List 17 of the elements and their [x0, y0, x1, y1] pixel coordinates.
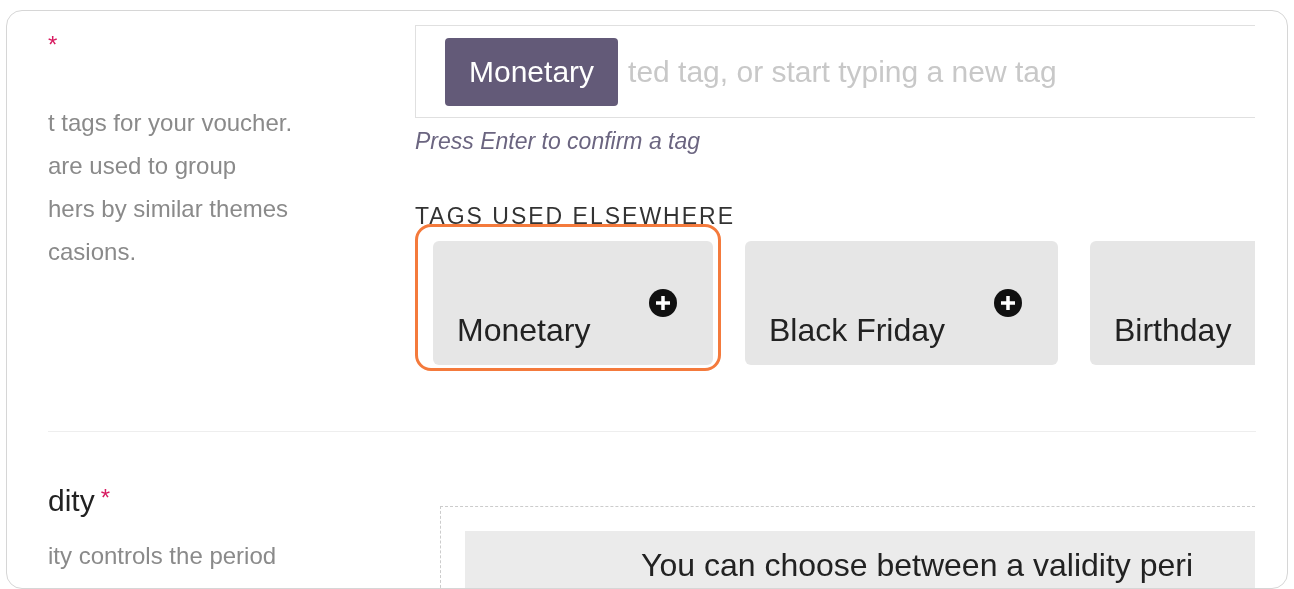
tag-chip[interactable]: Monetary — [445, 37, 619, 106]
description-text: casions. — [48, 237, 138, 267]
required-asterisk: * — [100, 484, 111, 512]
tag-option-button[interactable]: Monetary — [433, 241, 713, 365]
description-text: t tags for your voucher. — [48, 108, 294, 138]
tag-option-button[interactable]: Birthday — [1090, 241, 1255, 365]
description-text: are used to group — [48, 151, 238, 181]
banner-text: You can choose between a validity peri — [641, 547, 1194, 583]
description-text: hers by similar themes — [48, 194, 290, 224]
description-text: ity controls the period — [48, 542, 278, 570]
hint-text: Press Enter to confirm a tag — [415, 128, 702, 155]
required-asterisk: * — [48, 31, 58, 59]
tag-option-button[interactable]: Black Friday — [745, 241, 1058, 365]
plus-circle-icon — [649, 289, 677, 317]
section-title: dity — [48, 484, 95, 518]
section-heading: TAGS USED ELSEWHERE — [415, 203, 737, 230]
plus-circle-icon — [994, 289, 1022, 317]
